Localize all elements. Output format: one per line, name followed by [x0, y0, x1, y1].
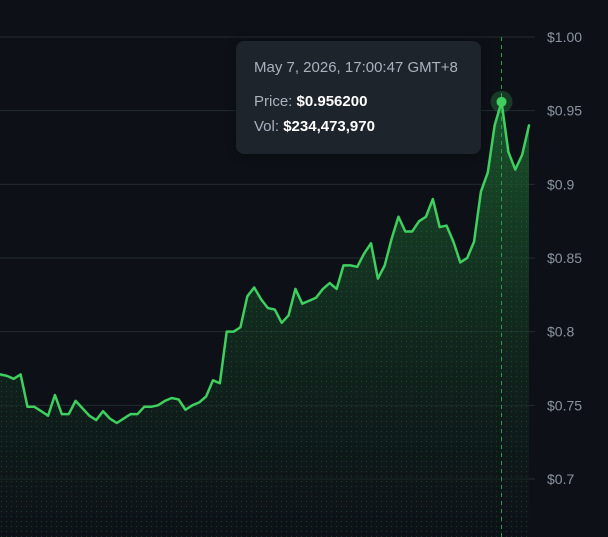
- y-tick-label: $0.95: [547, 103, 582, 119]
- tooltip-vol-value: $234,473,970: [283, 118, 375, 135]
- price-tooltip: May 7, 2026, 17:00:47 GMT+8 Price: $0.95…: [236, 41, 481, 154]
- y-tick-label: $1.00: [547, 29, 582, 45]
- y-tick-label: $0.75: [547, 397, 582, 413]
- tooltip-price-label: Price:: [254, 93, 293, 110]
- tick-layer: $1.00 $0.95 $0.9 $0.85 $0.8 $0.75 $0.7: [547, 29, 582, 487]
- tooltip-vol-label: Vol:: [254, 118, 280, 135]
- y-tick-label: $0.8: [547, 324, 574, 340]
- y-tick-label: $0.85: [547, 250, 582, 266]
- tooltip-vol-row: Vol: $234,473,970: [254, 117, 463, 137]
- tooltip-price-row: Price: $0.956200: [254, 92, 463, 112]
- highlight-point: [496, 96, 507, 107]
- y-tick-label: $0.7: [547, 471, 574, 487]
- y-tick-label: $0.9: [547, 176, 574, 192]
- area-layer: [0, 101, 529, 537]
- tooltip-date: May 7, 2026, 17:00:47 GMT+8: [254, 59, 458, 76]
- tooltip-price-value: $0.956200: [296, 93, 368, 110]
- area-dot-pattern: [0, 101, 529, 537]
